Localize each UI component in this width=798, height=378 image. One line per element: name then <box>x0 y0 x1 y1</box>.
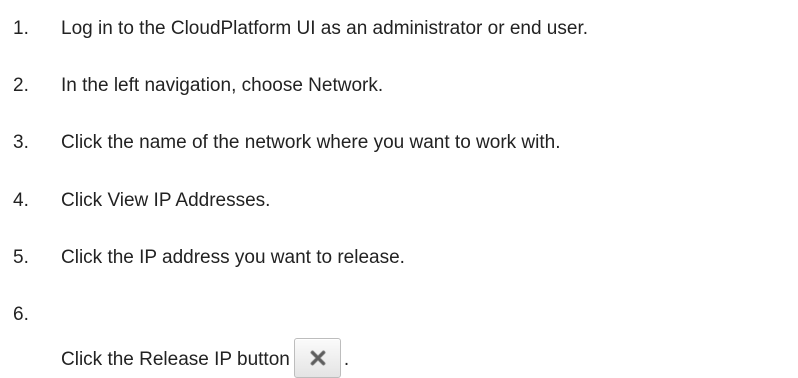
step-number: 5. <box>13 247 29 268</box>
step-text-container: Click the Release IP button . <box>61 332 350 378</box>
step-text: Click the name of the network where you … <box>61 132 561 153</box>
close-icon <box>310 350 326 366</box>
release-ip-button[interactable] <box>293 338 341 378</box>
step-number: 3. <box>13 132 29 153</box>
step-number: 2. <box>13 75 29 96</box>
step-number: 1. <box>13 18 29 39</box>
step-number: 4. <box>13 190 29 211</box>
step-text: Click the IP address you want to release… <box>61 247 405 268</box>
step-text: Click the Release IP button <box>61 349 290 370</box>
instruction-steps: 1. Log in to the CloudPlatform UI as an … <box>0 0 798 378</box>
step-text: Click View IP Addresses. <box>61 190 271 211</box>
step-text: In the left navigation, choose Network. <box>61 75 384 96</box>
step-text: Log in to the CloudPlatform UI as an adm… <box>61 18 588 39</box>
step-suffix: . <box>343 349 350 370</box>
step-number: 6. <box>13 304 29 325</box>
